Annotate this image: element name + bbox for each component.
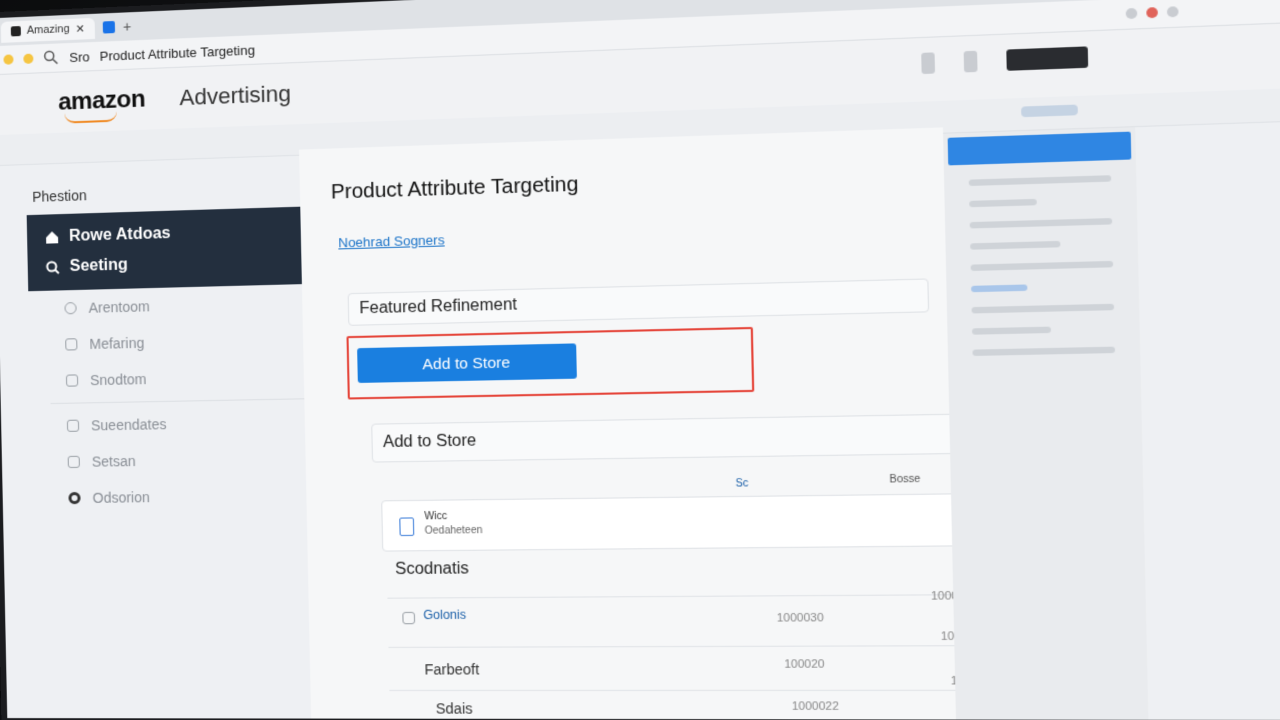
notification-icon[interactable] xyxy=(921,52,935,74)
grid-header-col-b[interactable]: Bosse xyxy=(889,474,920,486)
square-icon xyxy=(68,456,80,468)
table-row-value: 1000030 xyxy=(777,612,824,625)
table-row-label[interactable]: Farbeoft xyxy=(424,661,479,678)
add-to-store-item[interactable]: Add to Store xyxy=(371,414,954,463)
right-panel-line xyxy=(970,218,1113,228)
search-icon xyxy=(46,260,60,274)
sidebar-item-label: Sueendates xyxy=(91,416,167,433)
list-item-subtitle: Oedaheteen xyxy=(425,525,483,537)
sidebar-item-label: Setsan xyxy=(92,453,136,470)
right-panel-link[interactable] xyxy=(971,284,1027,292)
right-panel-line xyxy=(969,175,1112,186)
featured-refinement-label: Featured Refinement xyxy=(359,296,517,318)
table-row-label[interactable]: Sdais xyxy=(436,700,473,717)
extension-icon[interactable] xyxy=(1126,8,1138,19)
second-tab-icon[interactable] xyxy=(103,21,115,34)
add-to-store-label: Add to Store xyxy=(422,354,510,373)
add-to-store-button[interactable]: Add to Store xyxy=(357,343,577,383)
tab-title: Amazing xyxy=(27,23,70,37)
tab-close-icon[interactable]: ✕ xyxy=(75,22,85,35)
right-panel-line xyxy=(969,199,1037,207)
sidebar-item[interactable]: Snodtom xyxy=(30,357,325,399)
menu-icon[interactable] xyxy=(1167,6,1179,17)
sidebar-item[interactable]: Sueendates xyxy=(31,403,326,445)
sidebar: Phestion Rowe Atdoas Seeting Arentoom Me… xyxy=(26,175,327,516)
right-panel-line xyxy=(972,347,1115,356)
right-panel-line xyxy=(970,241,1060,250)
sidebar-item[interactable]: Setsan xyxy=(31,440,326,481)
sidebar-item[interactable]: Odsorion xyxy=(32,477,327,517)
add-to-store-item-label: Add to Store xyxy=(383,432,477,452)
table-row-value: 1000022 xyxy=(792,700,839,713)
grid-header-col-a[interactable]: Sc xyxy=(735,478,748,490)
favicon-icon xyxy=(11,26,21,36)
address-input[interactable]: Product Attribute Targeting xyxy=(99,42,255,64)
right-panel-line xyxy=(972,327,1051,335)
sidebar-active-group: Rowe Atdoas Seeting xyxy=(27,206,323,291)
amazon-logo[interactable]: amazon xyxy=(58,85,145,116)
right-panel-line xyxy=(972,304,1115,314)
window-dot-icon[interactable] xyxy=(3,54,13,64)
divider xyxy=(389,690,1040,691)
account-button[interactable] xyxy=(1006,46,1088,70)
list-item-title: Wicc xyxy=(424,511,447,523)
right-panel xyxy=(943,127,1149,720)
toolbar-control[interactable] xyxy=(1021,105,1078,118)
home-icon xyxy=(45,230,59,244)
window-dot-icon[interactable] xyxy=(23,54,33,64)
sidebar-item-label: Arentoom xyxy=(88,298,150,316)
document-icon xyxy=(399,517,414,536)
sidebar-item-label: Odsorion xyxy=(92,489,150,506)
right-panel-header[interactable] xyxy=(948,132,1132,166)
table-row-value: 100020 xyxy=(784,658,825,671)
user-icon[interactable] xyxy=(964,51,978,73)
profile-icon[interactable] xyxy=(1146,7,1158,18)
toggle-icon xyxy=(68,492,80,504)
new-tab-button[interactable]: + xyxy=(123,18,132,34)
logo-smile-icon xyxy=(64,112,116,124)
divider xyxy=(388,645,1039,648)
sidebar-item-label: Snodtom xyxy=(90,371,147,388)
section-heading: Scodnatis xyxy=(395,560,469,579)
address-prefix[interactable]: Sro xyxy=(69,49,90,65)
box-icon xyxy=(65,338,77,350)
grid-icon xyxy=(66,374,78,386)
table-row-label[interactable]: Golonis xyxy=(423,608,466,623)
sidebar-item-label: Seeting xyxy=(70,256,128,276)
browser-tab[interactable]: Amazing ✕ xyxy=(1,17,95,42)
sidebar-nav: Arentoom Mefaring Snodtom Sueendates Set… xyxy=(28,284,327,517)
search-icon[interactable] xyxy=(43,49,59,66)
sidebar-item[interactable]: Mefaring xyxy=(29,320,324,363)
checkbox[interactable] xyxy=(402,612,415,624)
monitor-screen: Amazing ✕ + Sro Product Attribute Target… xyxy=(0,0,1280,720)
main-panel: Product Attribute Targeting Noehrad Sogn… xyxy=(299,127,956,720)
featured-refinement-field[interactable]: Featured Refinement xyxy=(348,278,930,325)
page-section-title: Advertising xyxy=(179,81,291,112)
sidebar-item-label: Mefaring xyxy=(89,335,144,352)
browser-actions xyxy=(1126,0,1280,19)
right-panel-line xyxy=(971,261,1114,271)
sidebar-item-label: Rowe Atdoas xyxy=(69,225,171,246)
header-actions xyxy=(921,46,1088,74)
list-item[interactable]: Wicc Oedaheteen ⌄ xyxy=(381,493,1013,552)
circle-icon xyxy=(64,302,76,314)
square-icon xyxy=(67,420,79,432)
